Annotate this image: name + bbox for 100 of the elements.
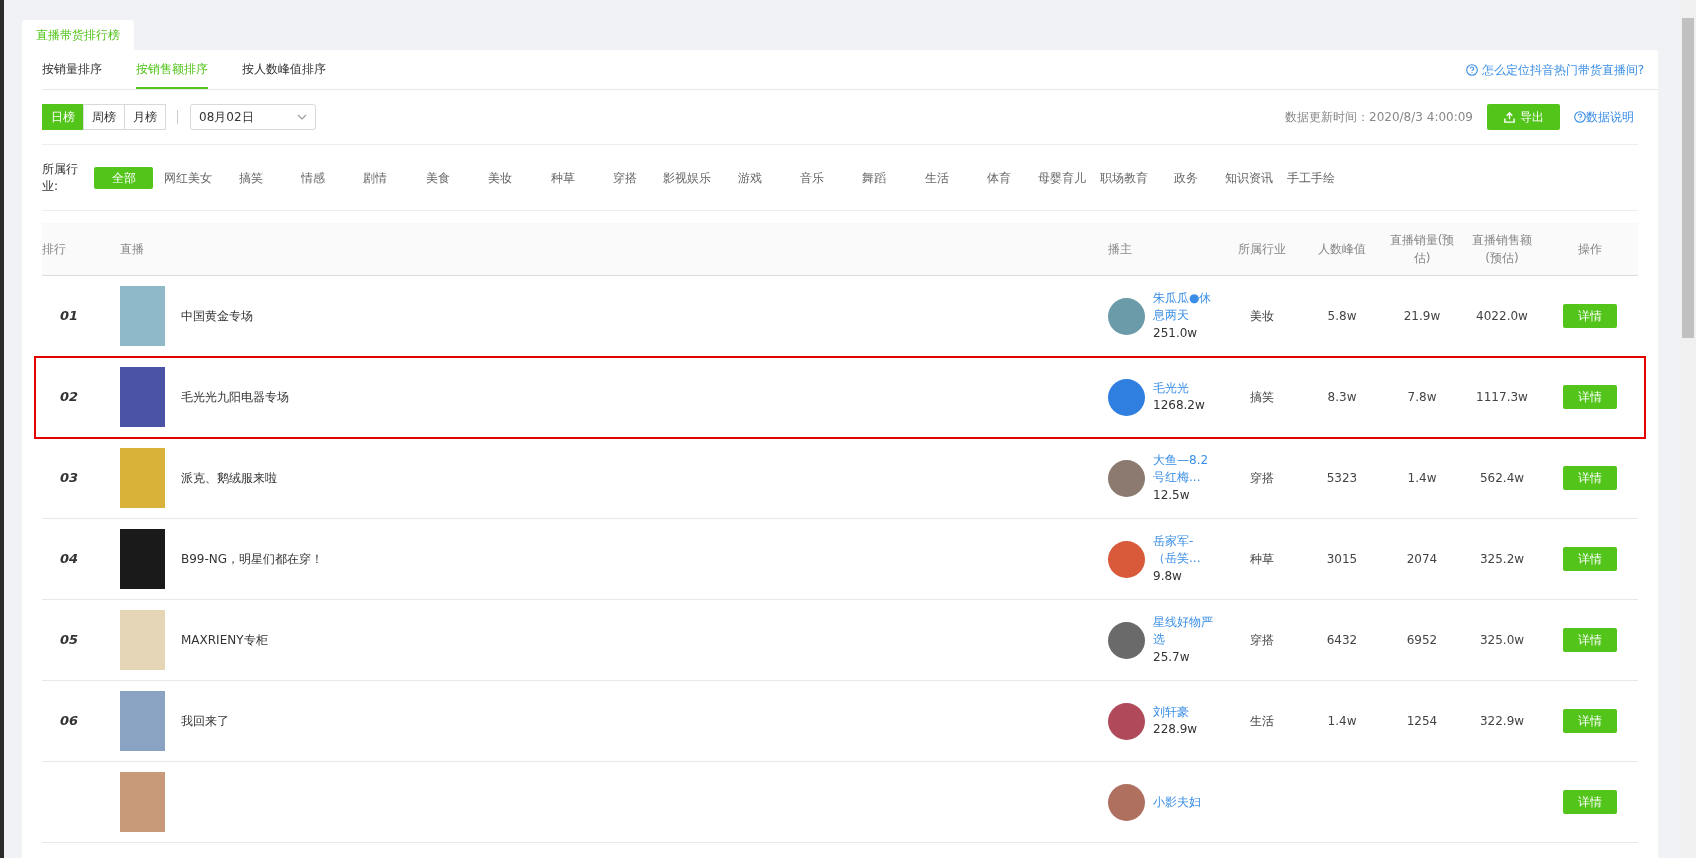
- update-time: 数据更新时间：2020/8/3 4:00:09: [1285, 109, 1473, 126]
- metric-value: 2074: [1406, 552, 1438, 566]
- period-button[interactable]: 月榜: [124, 104, 166, 130]
- metric-value: 4022.0w: [1476, 309, 1528, 323]
- avatar-circle: [1108, 702, 1145, 740]
- live-title: 中国黄金专场: [181, 308, 253, 325]
- industry-option[interactable]: 生活: [905, 166, 969, 189]
- metric-value: 6432: [1326, 633, 1358, 647]
- help-link[interactable]: 怎么定位抖音热门带货直播间?: [1481, 60, 1644, 79]
- rank-number: 06: [59, 713, 79, 729]
- industry-text: 种草: [1250, 552, 1274, 566]
- industry-text: 生活: [1250, 714, 1274, 728]
- fan-count: 1268.2w: [1153, 397, 1206, 415]
- data-note-link[interactable]: 数据说明: [1586, 108, 1634, 126]
- industry-option[interactable]: 搞笑: [219, 166, 282, 189]
- sort-tab[interactable]: 按人数峰值排序: [242, 50, 326, 89]
- avatar-circle: [1108, 540, 1145, 578]
- industry-option[interactable]: 情感: [281, 166, 345, 189]
- scrollbar-thumb[interactable]: [1682, 18, 1694, 338]
- industry-option[interactable]: 母婴育儿: [1030, 166, 1093, 189]
- metric-value: 1117.3w: [1476, 390, 1528, 404]
- metric-value: 21.9w: [1403, 309, 1441, 323]
- scrollbar[interactable]: [1680, 0, 1696, 858]
- industry-option[interactable]: 种草: [531, 166, 594, 189]
- anchor-name-link[interactable]: 星线好物严选: [1153, 614, 1217, 648]
- photo-placeholder: [120, 772, 165, 832]
- avatar-circle: [1108, 783, 1145, 821]
- rank-number: 04: [59, 551, 79, 567]
- column-header: 所属行业: [1237, 241, 1287, 258]
- photo-placeholder: [120, 529, 165, 589]
- photo-placeholder: [120, 691, 165, 751]
- metric-value: 562.4w: [1479, 471, 1525, 485]
- industry-option[interactable]: 舞蹈: [843, 166, 906, 189]
- upload-icon: [1503, 110, 1516, 124]
- anchor-name-link[interactable]: 大鱼—8.2号红梅...: [1153, 452, 1217, 486]
- metric-value: 8.3w: [1327, 390, 1357, 404]
- industry-option[interactable]: 知识资讯: [1217, 166, 1281, 189]
- anchor-name-link[interactable]: 刘轩豪: [1153, 703, 1217, 721]
- date-value: 08月02日: [199, 109, 254, 126]
- industry-text: 搞笑: [1250, 390, 1274, 404]
- industry-option[interactable]: 体育: [968, 166, 1031, 189]
- column-header: 播主: [1108, 241, 1133, 258]
- industry-text: 穿搭: [1250, 633, 1274, 647]
- industry-option[interactable]: 手工手绘: [1280, 166, 1343, 189]
- industry-option[interactable]: 影视娱乐: [656, 166, 719, 189]
- live-title: 毛光光九阳电器专场: [181, 389, 289, 406]
- industry-option[interactable]: 政务: [1155, 166, 1218, 189]
- rank-number: 05: [59, 632, 79, 648]
- industry-label: 所属行业:: [42, 160, 79, 195]
- column-header: 直播销售额(预估): [1471, 232, 1533, 267]
- avatar-circle: [1108, 378, 1145, 416]
- industry-option[interactable]: 剧情: [344, 166, 407, 189]
- industry-option[interactable]: 美食: [406, 166, 469, 189]
- industry-option[interactable]: 音乐: [780, 166, 844, 189]
- metric-value: 325.2w: [1479, 552, 1525, 566]
- live-title: 我回来了: [181, 713, 229, 730]
- rank-number: 02: [59, 389, 79, 405]
- metric-value: 325.0w: [1479, 633, 1525, 647]
- sort-tab[interactable]: 按销量排序: [42, 50, 102, 89]
- metric-value: 7.8w: [1407, 390, 1437, 404]
- fan-count: 25.7w: [1153, 648, 1191, 666]
- industry-text: 美妆: [1250, 309, 1274, 323]
- photo-placeholder: [120, 448, 165, 508]
- photo-placeholder: [120, 610, 165, 670]
- column-header: 直播: [120, 241, 145, 258]
- metric-value: 5.8w: [1327, 309, 1357, 323]
- fan-count: 251.0w: [1153, 324, 1199, 342]
- fan-count: 228.9w: [1153, 721, 1199, 739]
- avatar-circle: [1108, 459, 1145, 497]
- avatar-circle: [1108, 621, 1145, 659]
- avatar-circle: [1108, 297, 1145, 335]
- industry-option[interactable]: 穿搭: [593, 166, 657, 189]
- live-title: 派克、鹅绒服来啦: [181, 470, 277, 487]
- anchor-name-link[interactable]: 朱瓜瓜●休息两天: [1153, 290, 1217, 324]
- metric-value: 6952: [1406, 633, 1438, 647]
- metric-value: 5323: [1326, 471, 1358, 485]
- metric-value: 322.9w: [1479, 714, 1525, 728]
- anchor-name-link[interactable]: 岳家军-（岳笑...: [1153, 533, 1217, 567]
- help-icon: [1574, 111, 1586, 123]
- photo-placeholder: [120, 367, 165, 427]
- live-title: B99-NG，明星们都在穿！: [181, 551, 324, 568]
- anchor-name-link[interactable]: 小影夫妇: [1153, 793, 1217, 811]
- industry-option[interactable]: 网红美女: [157, 166, 220, 189]
- fan-count: 12.5w: [1153, 486, 1191, 504]
- industry-option[interactable]: 美妆: [468, 166, 532, 189]
- chevron-down-icon: [297, 114, 307, 120]
- rank-number: 03: [59, 470, 79, 486]
- anchor-name-link[interactable]: 毛光光: [1153, 379, 1217, 397]
- help-icon: [1465, 63, 1478, 76]
- metric-value: 1.4w: [1327, 714, 1357, 728]
- fan-count: 9.8w: [1153, 567, 1183, 585]
- industry-text: 穿搭: [1250, 471, 1274, 485]
- rank-number: 01: [59, 308, 79, 324]
- period-button[interactable]: 周榜: [83, 104, 125, 130]
- industry-option[interactable]: 职场教育: [1092, 166, 1156, 189]
- date-select[interactable]: 08月02日: [190, 104, 316, 130]
- metric-value: 1254: [1406, 714, 1438, 728]
- column-header: 人数峰值: [1317, 241, 1367, 258]
- industry-option[interactable]: 游戏: [718, 166, 781, 189]
- photo-placeholder: [120, 286, 165, 346]
